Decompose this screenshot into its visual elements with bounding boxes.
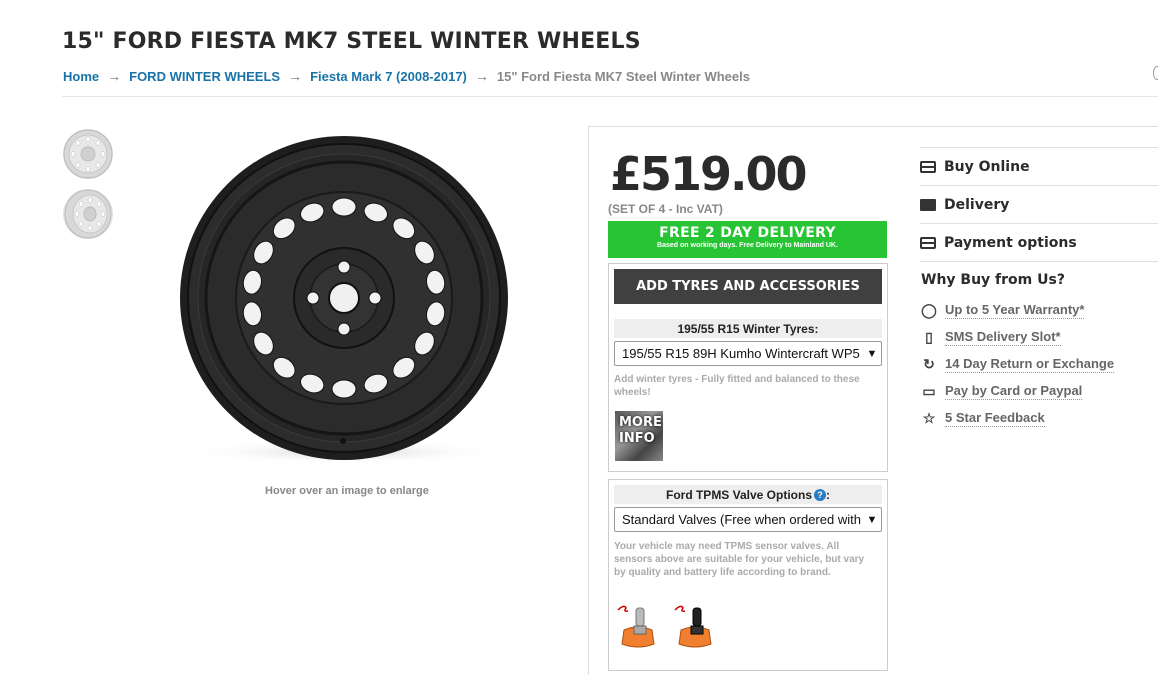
feature-label: SMS Delivery Slot* — [945, 329, 1061, 346]
feature-label: Pay by Card or Paypal — [945, 383, 1083, 400]
chevron-down-icon: ▼ — [866, 347, 878, 360]
feature-label: 14 Day Return or Exchange — [945, 356, 1115, 373]
tyres-help-text: Add winter tyres - Fully fitted and bala… — [614, 374, 860, 398]
delivery-headline: FREE 2 DAY DELIVERY — [659, 225, 836, 241]
tpms-select[interactable]: Standard Valves (Free when ordered with … — [614, 507, 882, 532]
hover-hint: Hover over an image to enlarge — [265, 485, 429, 497]
thumbnail-wheel-angled[interactable] — [63, 189, 113, 239]
shield-icon: ◯ — [921, 302, 937, 318]
menu-label: Delivery — [944, 196, 1010, 213]
delivery-banner: FREE 2 DAY DELIVERY Based on working day… — [608, 221, 887, 258]
product-image-wheel[interactable] — [168, 126, 520, 472]
breadcrumb: Home → FORD WINTER WHEELS → Fiesta Mark … — [63, 68, 750, 84]
refresh-icon: ↻ — [923, 356, 935, 372]
tyres-select-value: 195/55 R15 89H Kumho Wintercraft WP5 — [622, 346, 860, 361]
search-icon[interactable] — [1153, 66, 1158, 80]
breadcrumb-home[interactable]: Home — [63, 69, 99, 84]
breadcrumb-fiesta-mark-7[interactable]: Fiesta Mark 7 (2008-2017) — [310, 69, 467, 84]
feature-sms-delivery[interactable]: ▯ SMS Delivery Slot* — [921, 329, 1061, 346]
feature-label: Up to 5 Year Warranty* — [945, 302, 1085, 319]
why-buy-title: Why Buy from Us? — [921, 272, 1065, 288]
chevron-down-icon: ▼ — [866, 513, 878, 526]
price-note: (SET OF 4 - Inc VAT) — [608, 202, 723, 216]
card-icon — [920, 236, 936, 249]
menu-label: Payment options — [944, 234, 1077, 251]
menu-delivery[interactable]: Delivery — [920, 186, 1158, 223]
tpms-select-label: Ford TPMS Valve Options ? : — [614, 485, 882, 504]
feature-payment[interactable]: ▭ Pay by Card or Paypal — [921, 383, 1083, 400]
tpms-help-text: Your vehicle may need TPMS sensor valves… — [614, 541, 865, 578]
star-icon: ☆ — [922, 410, 936, 426]
delivery-subline: Based on working days. Free Delivery to … — [657, 242, 838, 249]
thumbnail-wheel-front[interactable] — [63, 129, 113, 179]
breadcrumb-separator: → — [288, 68, 303, 84]
product-price: £519.00 — [610, 147, 808, 201]
page-title: 15" FORD FIESTA MK7 STEEL WINTER WHEELS — [62, 29, 641, 54]
header-divider — [62, 96, 1158, 97]
menu-buy-online[interactable]: Buy Online — [920, 148, 1158, 185]
divider — [920, 261, 1158, 262]
tpms-box: Ford TPMS Valve Options ? : Standard Val… — [608, 479, 888, 671]
feature-warranty[interactable]: ◯ Up to 5 Year Warranty* — [921, 302, 1085, 319]
breadcrumb-current: 15" Ford Fiesta MK7 Steel Winter Wheels — [496, 68, 750, 84]
tyres-box: ADD TYRES AND ACCESSORIES 195/55 R15 Win… — [608, 263, 888, 472]
phone-icon: ▯ — [925, 329, 933, 345]
feature-label: 5 Star Feedback — [945, 410, 1045, 427]
feature-returns[interactable]: ↻ 14 Day Return or Exchange — [921, 356, 1115, 373]
truck-icon — [920, 198, 936, 211]
add-tyres-button[interactable]: ADD TYRES AND ACCESSORIES — [614, 269, 882, 304]
side-menu: Buy Online Delivery Payment options — [920, 147, 1158, 262]
tpms-label-colon: : — [826, 487, 831, 502]
help-icon[interactable]: ? — [814, 488, 827, 501]
breadcrumb-separator: → — [107, 68, 122, 84]
tpms-valve-premium-image[interactable] — [671, 602, 719, 656]
feature-feedback[interactable]: ☆ 5 Star Feedback — [921, 410, 1045, 427]
tyres-select[interactable]: 195/55 R15 89H Kumho Wintercraft WP5 ▼ — [614, 341, 882, 366]
tpms-select-value: Standard Valves (Free when ordered with — [622, 512, 861, 527]
card-icon: ▭ — [922, 383, 936, 399]
wheel-vent-hole — [331, 379, 357, 399]
menu-payment-options[interactable]: Payment options — [920, 224, 1158, 261]
card-icon — [920, 160, 936, 173]
tyres-select-label: 195/55 R15 Winter Tyres: — [614, 319, 882, 338]
wheel-vent-hole — [331, 197, 357, 217]
tpms-label-text: Ford TPMS Valve Options — [665, 487, 813, 502]
more-info-button[interactable]: MORE INFO — [615, 411, 663, 461]
breadcrumb-separator: → — [474, 68, 489, 84]
breadcrumb-ford-winter-wheels[interactable]: FORD WINTER WHEELS — [129, 69, 280, 84]
menu-label: Buy Online — [944, 158, 1030, 175]
tpms-valve-standard-image[interactable] — [614, 602, 662, 656]
